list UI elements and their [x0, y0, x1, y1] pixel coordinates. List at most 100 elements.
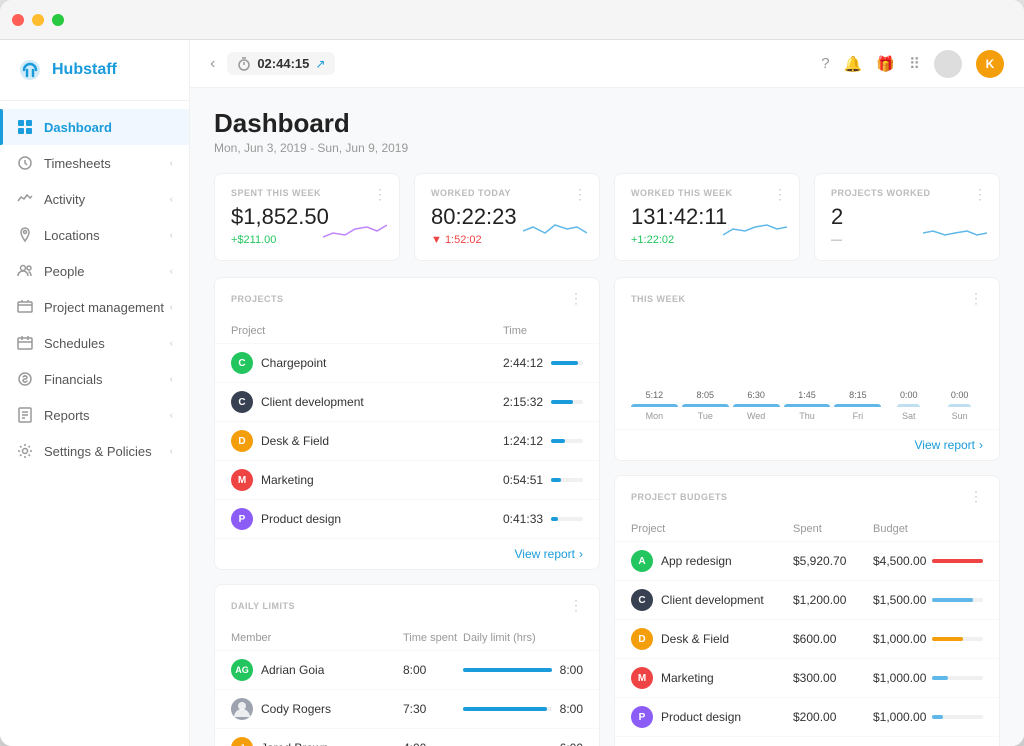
project-name: Product design — [261, 512, 341, 526]
limit-bar-fill — [463, 668, 552, 672]
stat-menu-icon[interactable]: ⋮ — [773, 186, 787, 203]
time-spent: 8:00 — [403, 663, 463, 677]
day-label: Sat — [902, 411, 916, 421]
project-avatar: P — [231, 508, 253, 530]
limit-bar-bg — [463, 668, 552, 672]
project-name: Chargepoint — [261, 356, 326, 370]
sidebar-item-dashboard[interactable]: Dashboard — [0, 109, 189, 145]
bar-value: 0:00 — [900, 390, 918, 400]
sidebar-item-timesheets[interactable]: Timesheets ‹ — [0, 145, 189, 181]
bar-wrapper — [784, 404, 831, 407]
project-name-cell: A App redesign — [631, 550, 793, 572]
sidebar-item-activity-label: Activity — [44, 192, 170, 207]
chevron-icon: ‹ — [170, 374, 173, 385]
sidebar-item-people-label: People — [44, 264, 170, 279]
sidebar-item-reports-label: Reports — [44, 408, 170, 423]
limit-bar-bg — [463, 707, 552, 711]
budget-cell: $1,500.00 — [873, 593, 983, 607]
project-name: Desk & Field — [261, 434, 329, 448]
day-label: Sun — [952, 411, 968, 421]
bar-value: 0:00 — [951, 390, 969, 400]
maximize-button[interactable] — [52, 14, 64, 26]
sidebar-item-locations[interactable]: Locations ‹ — [0, 217, 189, 253]
sidebar-item-schedules[interactable]: Schedules ‹ — [0, 325, 189, 361]
table-row: A App redesign $5,920.70 $4,500.00 — [615, 541, 999, 580]
main-area: ‹ 02:44:15 ↗ ? 🔔 🎁 ⠿ K Dashboard — [190, 40, 1024, 746]
time-bar-fill — [551, 361, 578, 365]
day-label: Tue — [698, 411, 713, 421]
activity-icon — [16, 190, 34, 208]
bar-fill — [733, 404, 780, 407]
sidebar-item-project-management[interactable]: Project management ‹ — [0, 289, 189, 325]
grid-icon[interactable]: ⠿ — [909, 55, 920, 73]
this-week-view-report[interactable]: View report › — [615, 429, 999, 460]
time-bar-fill — [551, 517, 558, 521]
table-row: C Client development $1,200.00 $1,500.00 — [615, 580, 999, 619]
limit-val: 8:00 — [558, 702, 583, 716]
sidebar-logo: Hubstaff — [0, 40, 189, 101]
project-budgets-view-report[interactable]: View report › — [615, 736, 999, 746]
project-name: Product design — [661, 710, 741, 724]
app-body: Hubstaff Dashboard Timesheets ‹ — [0, 40, 1024, 746]
user-initial[interactable]: K — [976, 50, 1004, 78]
project-name-cell: P Product design — [231, 508, 503, 530]
spent-value: $1,200.00 — [793, 593, 873, 607]
sidebar-item-financials[interactable]: Financials ‹ — [0, 361, 189, 397]
stat-menu-icon[interactable]: ⋮ — [373, 186, 387, 203]
table-row: D Desk & Field 1:24:12 — [215, 421, 599, 460]
projects-view-report[interactable]: View report › — [215, 538, 599, 569]
col-time-spent: Time spent — [403, 632, 463, 644]
this-week-menu-icon[interactable]: ⋮ — [969, 290, 983, 307]
budget-cell: $1,000.00 — [873, 671, 983, 685]
sidebar-item-reports[interactable]: Reports ‹ — [0, 397, 189, 433]
chart-day-sun: 0:00 Sun — [936, 390, 983, 421]
back-button[interactable]: ‹ — [210, 55, 215, 73]
daily-limits-menu-icon[interactable]: ⋮ — [569, 597, 583, 614]
limit-cell: 6:00 — [463, 741, 583, 746]
settings-icon — [16, 442, 34, 460]
sidebar-item-settings[interactable]: Settings & Policies ‹ — [0, 433, 189, 469]
people-icon — [16, 262, 34, 280]
bar-value: 6:30 — [747, 390, 765, 400]
sidebar-item-people[interactable]: People ‹ — [0, 253, 189, 289]
project-budgets-menu-icon[interactable]: ⋮ — [969, 488, 983, 505]
project-avatar: D — [231, 430, 253, 452]
minimize-button[interactable] — [32, 14, 44, 26]
stat-menu-icon[interactable]: ⋮ — [973, 186, 987, 203]
timer-widget[interactable]: 02:44:15 ↗ — [227, 52, 335, 75]
stat-worked-this-week: WORKED THIS WEEK 131:42:11 +1:22:02 ⋮ — [614, 173, 800, 261]
project-name: Client development — [261, 395, 364, 409]
user-avatar[interactable] — [934, 50, 962, 78]
chart-day-tue: 8:05 Tue — [682, 390, 729, 421]
stat-worked-today: WORKED TODAY 80:22:23 ▼ 1:52:02 ⋮ — [414, 173, 600, 261]
col-member: Member — [231, 632, 403, 644]
limit-val: 6:00 — [558, 741, 583, 746]
page-title: Dashboard — [214, 108, 1000, 139]
chevron-icon: ‹ — [170, 158, 173, 169]
projects-section-label: PROJECTS — [231, 294, 569, 304]
project-name-cell: C Client development — [631, 589, 793, 611]
projects-menu-icon[interactable]: ⋮ — [569, 290, 583, 307]
gift-icon[interactable]: 🎁 — [876, 55, 895, 73]
table-row: C Chargepoint 2:44:12 — [215, 343, 599, 382]
help-icon[interactable]: ? — [821, 55, 829, 72]
project-name-cell: C Client development — [231, 391, 503, 413]
close-button[interactable] — [12, 14, 24, 26]
app-window: Hubstaff Dashboard Timesheets ‹ — [0, 0, 1024, 746]
project-time-cell: 2:44:12 — [503, 356, 583, 370]
budget-bar-fill — [932, 559, 983, 563]
sidebar-item-locations-label: Locations — [44, 228, 170, 243]
projects-card-header: PROJECTS ⋮ — [215, 278, 599, 319]
sidebar-item-settings-label: Settings & Policies — [44, 444, 170, 459]
day-label: Wed — [747, 411, 765, 421]
project-name-cell: M Marketing — [231, 469, 503, 491]
time-spent: 4:00 — [403, 741, 463, 746]
project-name: Client development — [661, 593, 764, 607]
stat-menu-icon[interactable]: ⋮ — [573, 186, 587, 203]
bell-icon[interactable]: 🔔 — [844, 55, 863, 73]
topbar-actions: ? 🔔 🎁 ⠿ K — [821, 50, 1004, 78]
expand-icon[interactable]: ↗ — [315, 57, 325, 71]
timer-value: 02:44:15 — [257, 56, 309, 71]
sidebar-item-activity[interactable]: Activity ‹ — [0, 181, 189, 217]
stat-label: SPENT THIS WEEK — [231, 188, 383, 198]
